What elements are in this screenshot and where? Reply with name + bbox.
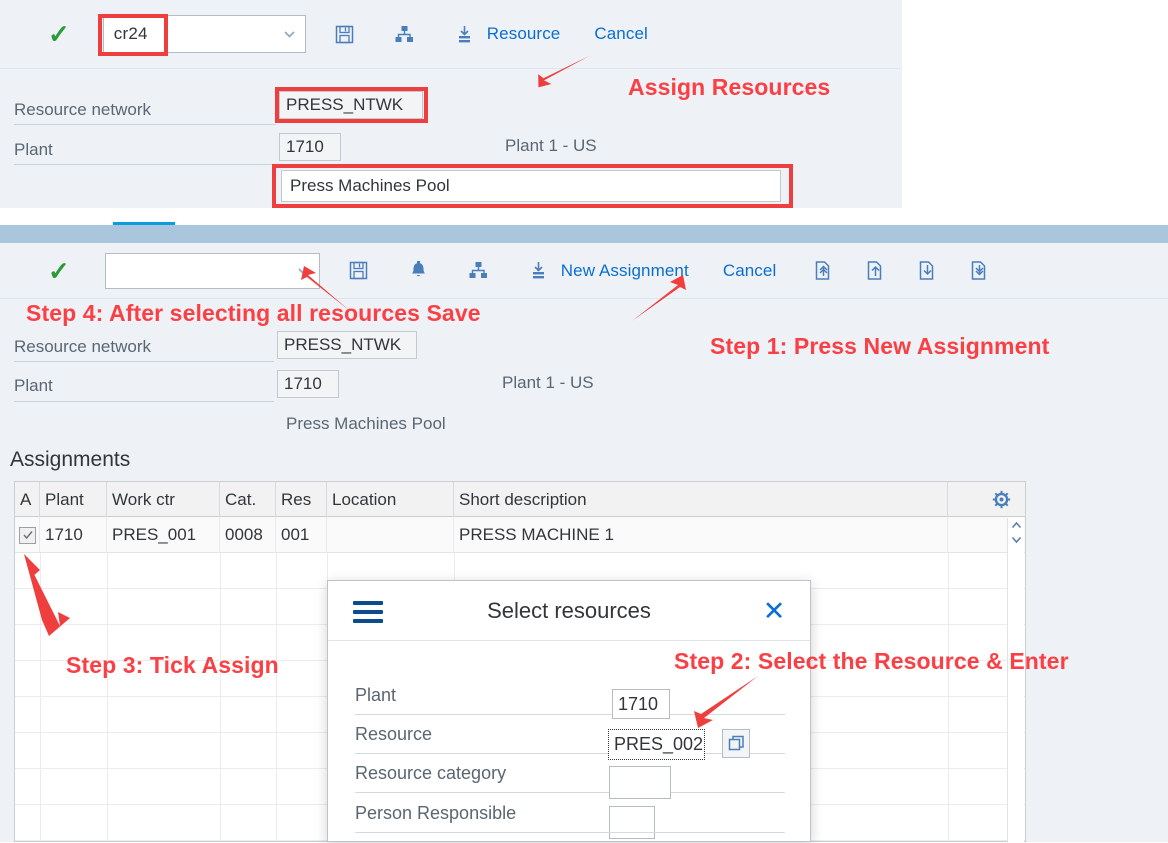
col-header-work-ctr[interactable]: Work ctr xyxy=(107,482,220,517)
dialog-resource-value: PRES_002 xyxy=(614,734,704,754)
col-header-settings xyxy=(948,482,1025,517)
move-up-icon[interactable] xyxy=(862,258,888,284)
plant-value[interactable]: 1710 xyxy=(277,370,339,398)
plant-description-text: Plant 1 - US xyxy=(502,373,594,392)
move-down-icon[interactable] xyxy=(914,258,940,284)
table-grid-line xyxy=(276,553,277,841)
resource-network-value[interactable]: PRESS_NTWK xyxy=(277,331,417,359)
dialog-field-person-responsible: Person Responsible xyxy=(355,794,785,832)
plant-label: Plant xyxy=(14,140,53,159)
table-grid-line xyxy=(107,553,108,841)
cell-cat: 0008 xyxy=(220,517,276,553)
hierarchy-icon[interactable] xyxy=(392,21,418,47)
col-header-assign[interactable]: A xyxy=(15,482,40,517)
dialog-label-resource-category: Resource category xyxy=(355,763,507,783)
dialog-field-resource-category: Resource category xyxy=(355,755,785,793)
resource-network-value[interactable]: PRESS_NTWK xyxy=(279,91,423,119)
assignments-title: Assignments xyxy=(10,448,131,471)
col-header-res[interactable]: Res xyxy=(276,482,327,517)
cancel-button[interactable]: Cancel xyxy=(723,261,777,281)
panel1-toolbar: ✓ cr24 Resource Cancel xyxy=(0,0,902,69)
green-check-icon[interactable]: ✓ xyxy=(48,258,70,284)
resource-network-panel: ✓ cr24 Resource Cancel Resource network … xyxy=(0,0,902,208)
assign-down-icon[interactable] xyxy=(526,258,552,284)
cell-work-ctr: PRES_001 xyxy=(107,517,220,553)
green-check-icon[interactable]: ✓ xyxy=(48,21,70,47)
annotation-step-2: Step 2: Select the Resource & Enter xyxy=(674,648,1069,674)
annotation-step-3: Step 3: Tick Assign xyxy=(66,652,279,678)
bell-icon[interactable] xyxy=(406,258,432,284)
plant-label: Plant xyxy=(14,376,53,395)
cell-res: 001 xyxy=(276,517,327,553)
move-to-bottom-icon[interactable] xyxy=(966,258,992,284)
table-vertical-scrollbar[interactable] xyxy=(1007,518,1024,843)
resource-network-label-row: Resource network xyxy=(14,330,151,364)
table-header-row: A Plant Work ctr Cat. Res Location Short… xyxy=(15,482,1025,517)
table-grid-line xyxy=(948,553,949,841)
assign-checkbox[interactable] xyxy=(19,526,36,544)
resource-button[interactable]: Resource xyxy=(487,24,561,44)
arrow-to-assign-checkbox xyxy=(24,554,70,636)
panel2-toolbar: ✓ New Assignment Cancel xyxy=(0,243,1168,299)
cell-short-desc: PRESS MACHINE 1 xyxy=(454,517,948,553)
col-header-short-desc[interactable]: Short description xyxy=(454,482,948,517)
field-underline xyxy=(14,401,274,402)
table-row[interactable]: 1710 PRES_001 0008 001 PRESS MACHINE 1 xyxy=(15,517,1025,553)
dialog-label-plant: Plant xyxy=(355,685,397,705)
dialog-field-underline xyxy=(355,832,785,833)
dialog-label-resource: Resource xyxy=(355,724,433,744)
gear-icon[interactable] xyxy=(992,490,1011,509)
col-header-plant[interactable]: Plant xyxy=(40,482,107,517)
chevron-down-icon[interactable] xyxy=(283,28,296,41)
field-underline xyxy=(14,124,276,125)
col-header-cat[interactable]: Cat. xyxy=(220,482,276,517)
network-description-text: Press Machines Pool xyxy=(286,414,446,433)
cell-location xyxy=(327,517,454,553)
arrow-to-resource-button xyxy=(538,55,591,88)
resource-network-label: Resource network xyxy=(14,100,152,119)
dialog-header: Select resources ✕ xyxy=(328,581,810,641)
annotation-step-4: Step 4: After selecting all resources Sa… xyxy=(26,300,481,326)
combobox-value: cr24 xyxy=(113,24,148,43)
save-floppy-icon[interactable] xyxy=(332,21,358,47)
arrow-to-resource-input xyxy=(694,676,758,728)
plant-label-row: Plant xyxy=(14,133,53,167)
move-to-top-icon[interactable] xyxy=(810,258,836,284)
cancel-button[interactable]: Cancel xyxy=(594,24,648,44)
annotation-assign-resources: Assign Resources xyxy=(628,74,831,100)
plant-description-text: Plant 1 - US xyxy=(505,136,597,155)
field-underline xyxy=(14,361,274,362)
dialog-plant-input[interactable]: 1710 xyxy=(612,689,670,719)
resource-network-label: Resource network xyxy=(14,337,152,356)
panel-divider xyxy=(0,225,1168,243)
dialog-label-person-responsible: Person Responsible xyxy=(355,802,517,823)
plant-value[interactable]: 1710 xyxy=(279,133,341,161)
table-grid-line xyxy=(220,553,221,841)
annotation-step-1: Step 1: Press New Assignment xyxy=(710,333,1050,359)
object-selector-combobox[interactable]: cr24 xyxy=(102,15,306,53)
resource-network-label-row: Resource network xyxy=(14,93,151,127)
dialog-person-responsible-input[interactable] xyxy=(609,806,655,839)
arrow-to-new-assignment xyxy=(632,275,686,321)
field-underline xyxy=(14,164,276,165)
hierarchy-icon[interactable] xyxy=(466,258,492,284)
close-x-icon[interactable]: ✕ xyxy=(760,597,788,625)
col-header-location[interactable]: Location xyxy=(327,482,454,517)
plant-label-row: Plant xyxy=(14,369,53,403)
assign-down-icon[interactable] xyxy=(452,21,478,47)
dialog-title: Select resources xyxy=(487,598,651,623)
network-description-input[interactable]: Press Machines Pool xyxy=(281,170,781,202)
chevron-down-icon[interactable] xyxy=(1008,532,1025,546)
chevron-up-icon[interactable] xyxy=(1008,518,1025,532)
